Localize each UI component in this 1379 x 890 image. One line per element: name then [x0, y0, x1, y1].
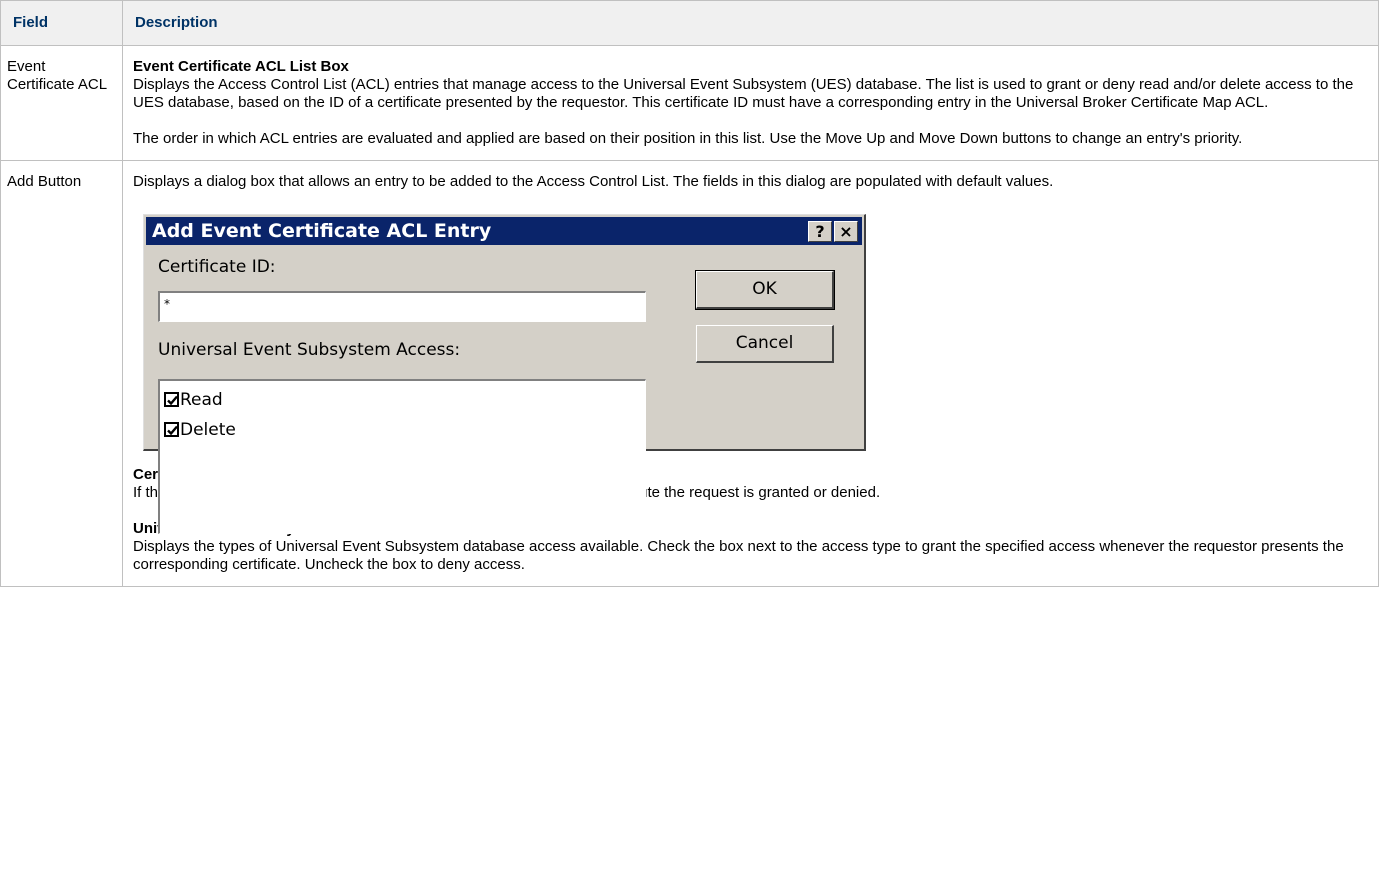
header-description: Description: [122, 0, 1379, 46]
delete-label: Delete: [180, 420, 236, 440]
access-list[interactable]: Read Delete: [158, 379, 646, 534]
access-label: Universal Event Subsystem Access:: [158, 340, 461, 360]
dialog-titlebar: Add Event Certificate ACL Entry ? ×: [146, 217, 862, 245]
read-label: Read: [180, 390, 223, 410]
dialog-title: Add Event Certificate ACL Entry: [152, 220, 492, 242]
certificate-id-label: Certificate ID:: [158, 257, 276, 277]
description-text: Displays a dialog box that allows an ent…: [133, 173, 1054, 190]
ok-button[interactable]: OK: [695, 270, 835, 310]
field-description-table: Field Description Event Certificate ACL …: [0, 0, 1379, 587]
list-item-read[interactable]: Read: [160, 385, 645, 415]
help-button[interactable]: ?: [808, 221, 832, 242]
checkmark-icon: [167, 395, 178, 406]
description-block: Event Certificate ACL List Box Displays …: [133, 58, 1368, 112]
read-checkbox[interactable]: [164, 392, 179, 407]
delete-checkbox[interactable]: [164, 422, 179, 437]
certificate-id-input[interactable]: *: [158, 291, 646, 322]
table-row: Event Certificate ACL Event Certificate …: [0, 45, 1379, 161]
table-header-row: Field Description: [0, 0, 1379, 46]
close-button[interactable]: ×: [834, 221, 858, 242]
description-cell: Event Certificate ACL List Box Displays …: [122, 45, 1379, 161]
description-text: The order in which ACL entries are evalu…: [133, 130, 1243, 147]
header-field: Field: [0, 0, 123, 46]
description-text: Displays the Access Control List (ACL) e…: [133, 76, 1354, 111]
list-item-delete[interactable]: Delete: [160, 415, 645, 445]
field-name-cell: Event Certificate ACL: [0, 45, 123, 161]
checkmark-icon: [167, 425, 178, 436]
table-row: Add Button Displays a dialog box that al…: [0, 160, 1379, 587]
add-acl-entry-dialog: Add Event Certificate ACL Entry ? × Cert…: [143, 214, 866, 534]
description-text: Displays the types of Universal Event Su…: [133, 538, 1344, 573]
field-name-cell: Add Button: [0, 160, 123, 587]
section-title: Event Certificate ACL List Box: [133, 58, 349, 75]
cancel-button[interactable]: Cancel: [696, 325, 834, 363]
description-cell: Displays a dialog box that allows an ent…: [122, 160, 1379, 587]
